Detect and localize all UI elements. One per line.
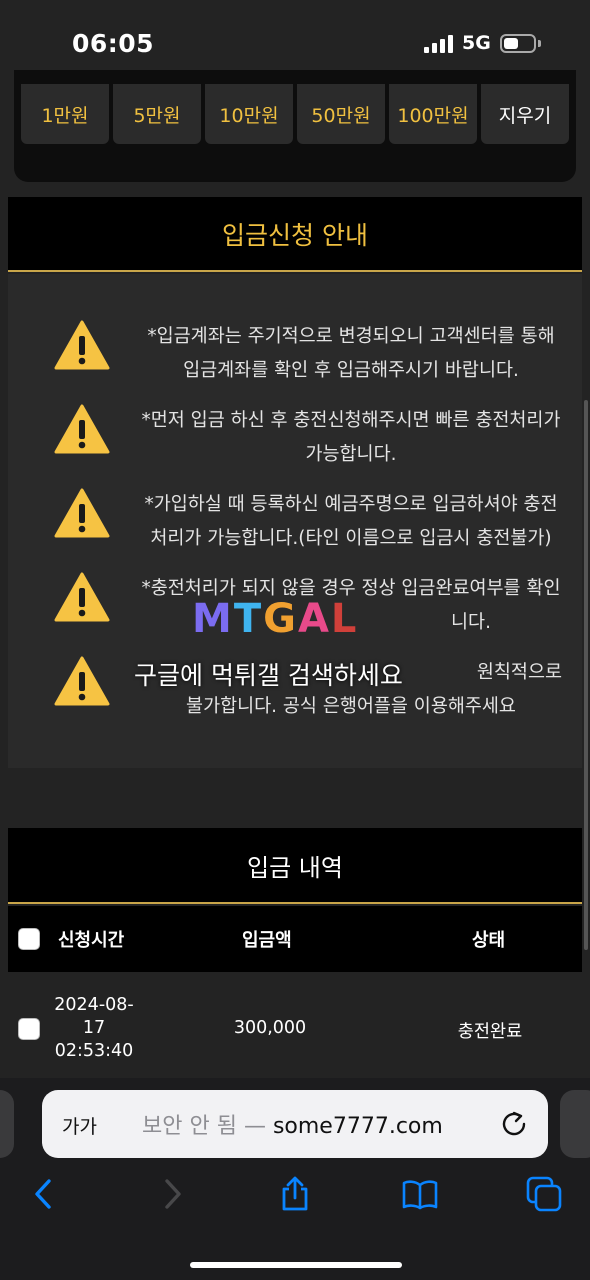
notice-item: *가입하실 때 등록하신 예금주명으로 입금하셔야 충전 처리가 가능합니다.(타…: [8, 488, 582, 568]
notice-header: 입금신청 안내: [8, 197, 582, 272]
history-title: 입금 내역: [247, 853, 343, 882]
select-all-checkbox[interactable]: [18, 928, 40, 950]
browser-toolbar: 가가 보안 안 됨 — some7777.com: [0, 1078, 590, 1280]
amount-button-1m[interactable]: 100만원: [389, 84, 477, 144]
warning-icon: [54, 404, 110, 454]
row-checkbox[interactable]: [18, 1018, 40, 1040]
notice-item: *입금계좌는 주기적으로 변경되오니 고객센터를 통해 입금계좌를 확인 후 입금…: [8, 320, 582, 400]
history-header: 입금 내역: [8, 828, 582, 904]
table-header: 신청시간 입금액 상태: [8, 906, 582, 972]
amount-button-500k[interactable]: 50만원: [297, 84, 385, 144]
column-header-amount: 입금액: [242, 930, 292, 951]
forward-icon[interactable]: [154, 1176, 190, 1212]
clear-button[interactable]: 지우기: [481, 84, 569, 144]
warning-icon: [54, 320, 110, 370]
url-text: 보안 안 됨 — some7777.com: [142, 1108, 443, 1140]
insecure-label: 보안 안 됨 —: [142, 1114, 266, 1139]
battery-icon: [500, 34, 536, 53]
column-header-status: 상태: [472, 930, 506, 951]
tabs-icon[interactable]: [526, 1176, 562, 1212]
back-icon[interactable]: [26, 1176, 62, 1212]
notice-title: 입금신청 안내: [222, 220, 368, 250]
row-date: 2024-08- 17 02:53:40: [54, 995, 134, 1061]
watermark-logo: MTGAL: [192, 596, 359, 642]
column-header-time: 신청시간: [58, 930, 125, 951]
bookmarks-icon[interactable]: [402, 1176, 438, 1212]
scrollbar[interactable]: [584, 400, 588, 950]
network-type: 5G: [462, 32, 491, 54]
share-icon[interactable]: [277, 1176, 313, 1212]
row-amount: 300,000: [233, 1018, 307, 1038]
amount-button-100k[interactable]: 10만원: [205, 84, 293, 144]
table-row: 2024-08- 17 02:53:40 300,000 충전완료: [8, 972, 582, 1082]
home-indicator: [190, 1262, 402, 1268]
watermark-subtitle: 구글에 먹튀갤 검색하세요: [134, 661, 403, 690]
page-settings-button[interactable]: 가가: [62, 1112, 97, 1139]
row-status: 충전완료: [457, 1022, 523, 1042]
notice-item: *먼저 입금 하신 후 충전신청해주시면 빠른 충전처리가 가능합니다.: [8, 404, 582, 484]
warning-icon: [54, 488, 110, 538]
watermark: MTGAL 구글에 먹튀갤 검색하세요: [0, 596, 590, 696]
address-bar[interactable]: 가가 보안 안 됨 — some7777.com: [42, 1090, 548, 1158]
previous-tab-preview[interactable]: [0, 1090, 14, 1158]
reload-icon[interactable]: [500, 1110, 528, 1138]
next-tab-preview[interactable]: [560, 1090, 590, 1158]
amount-button-10k[interactable]: 1만원: [21, 84, 109, 144]
signal-icon: [424, 35, 454, 53]
url-domain: some7777.com: [272, 1114, 443, 1139]
status-time: 06:05: [72, 29, 155, 58]
amount-button-50k[interactable]: 5만원: [113, 84, 201, 144]
